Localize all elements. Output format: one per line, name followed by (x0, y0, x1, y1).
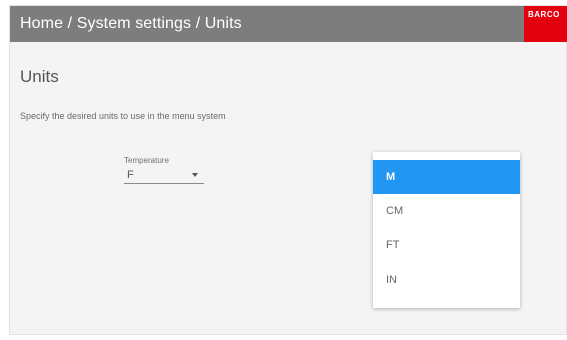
option-ft[interactable]: FT (373, 228, 520, 262)
option-cm[interactable]: CM (373, 194, 520, 228)
page-title: Units (20, 67, 59, 86)
temperature-label: Temperature (124, 156, 169, 165)
breadcrumb[interactable]: Home / System settings / Units (20, 14, 242, 34)
temperature-field: Temperature F (124, 156, 204, 184)
header-bar: Home / System settings / Units BARCO (10, 6, 567, 42)
page-description: Specify the desired units to use in the … (20, 111, 226, 121)
barco-logo: BARCO (524, 6, 567, 42)
caret-down-icon (192, 173, 198, 177)
temperature-value: F (127, 169, 134, 181)
option-in[interactable]: IN (373, 263, 520, 297)
temperature-select[interactable]: F (124, 168, 204, 184)
units-dropdown-menu: M CM FT IN (373, 152, 520, 308)
settings-panel: Home / System settings / Units BARCO Uni… (9, 5, 567, 335)
option-m[interactable]: M (373, 160, 520, 194)
